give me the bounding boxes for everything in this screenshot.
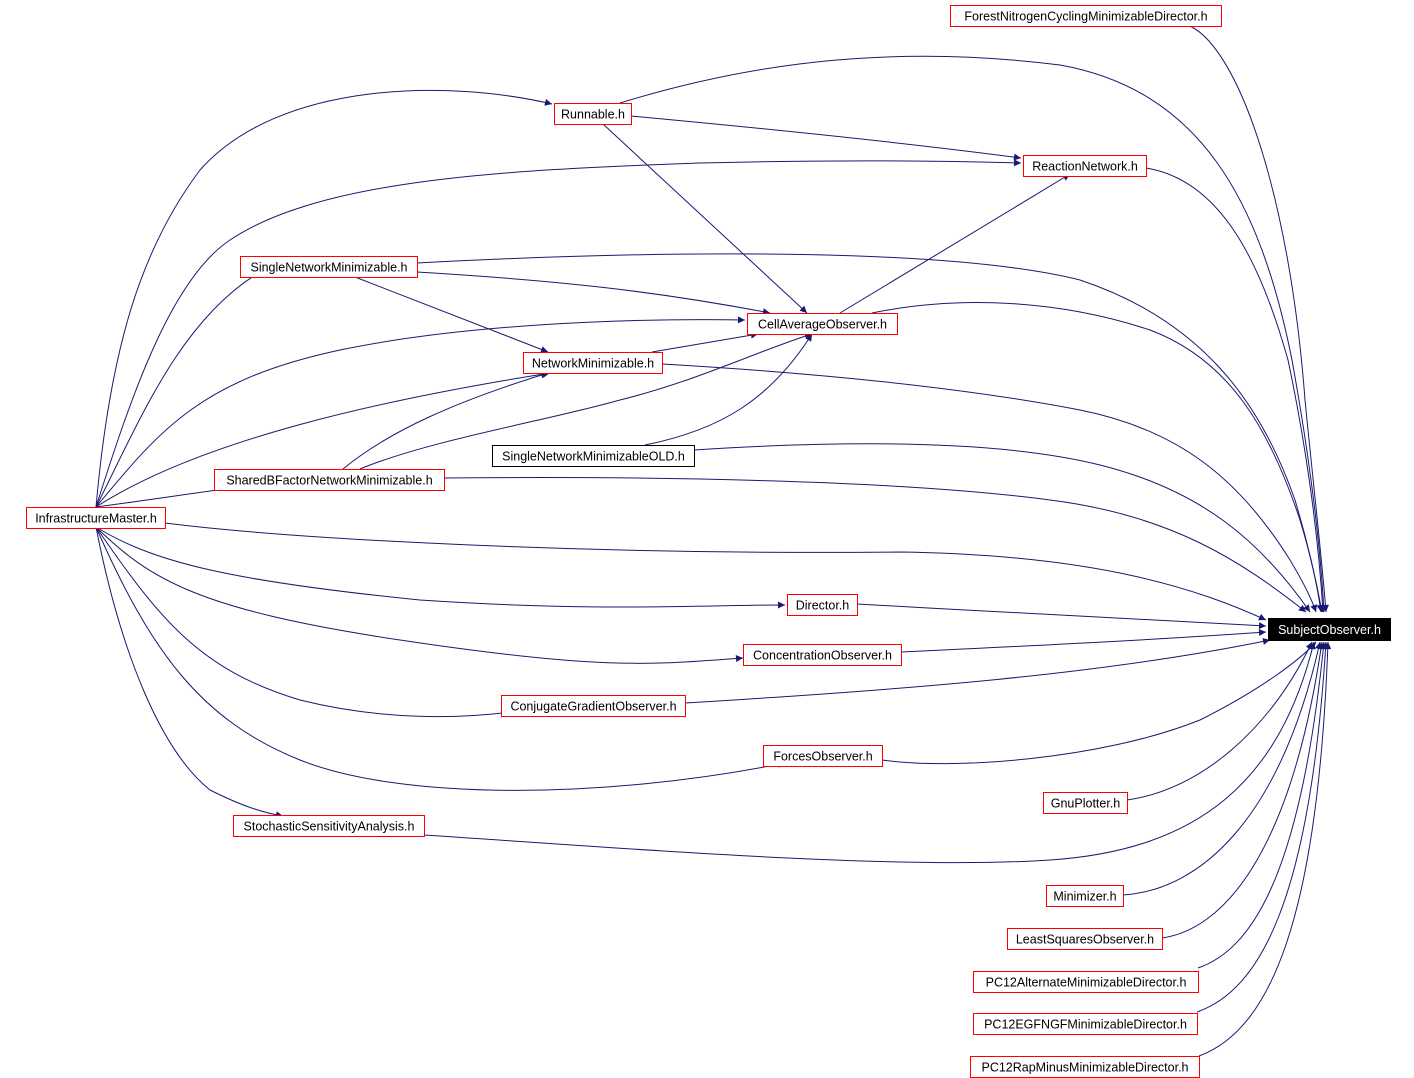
edge-cellavg-to-reaction — [839, 173, 1071, 314]
node-conj[interactable]: ConjugateGradientObserver.h — [501, 695, 686, 717]
node-label: InfrastructureMaster.h — [35, 512, 157, 526]
edge-lsq-to-subject — [1161, 641, 1325, 939]
edge-netmin-to-cellavg — [651, 331, 759, 353]
node-infra[interactable]: InfrastructureMaster.h — [26, 507, 166, 529]
edge-minimizer-to-subject — [1122, 641, 1322, 896]
edge-single-to-netmin — [354, 276, 549, 353]
node-forest[interactable]: ForestNitrogenCyclingMinimizableDirector… — [950, 5, 1222, 27]
node-director[interactable]: Director.h — [787, 594, 858, 616]
edge-runnable-to-subject — [619, 55, 1328, 613]
node-label: SingleNetworkMinimizable.h — [250, 261, 407, 275]
edge-pc12egf-to-subject — [1196, 641, 1330, 1013]
node-cellavg[interactable]: CellAverageObserver.h — [747, 313, 898, 335]
edge-runnable-to-reaction — [630, 115, 1022, 161]
node-reaction[interactable]: ReactionNetwork.h — [1023, 155, 1147, 177]
node-label: ReactionNetwork.h — [1032, 160, 1138, 174]
edge-gnu-to-subject — [1126, 641, 1313, 801]
edge-infra-to-forces — [95, 526, 786, 791]
node-subject: SubjectObserver.h — [1268, 618, 1391, 641]
nodes-layer: SubjectObserver.h ForestNitrogenCyclingMi… — [26, 5, 1391, 1078]
node-single[interactable]: SingleNetworkMinimizable.h — [240, 256, 418, 278]
node-label: ConjugateGradientObserver.h — [510, 700, 676, 714]
edge-director-to-subject — [856, 603, 1267, 630]
edge-infra-to-conc — [95, 526, 744, 664]
node-label: Director.h — [796, 599, 850, 613]
node-runnable[interactable]: Runnable.h — [554, 103, 632, 125]
node-label: GnuPlotter.h — [1051, 797, 1121, 811]
node-label: SharedBFactorNetworkMinimizable.h — [226, 474, 432, 488]
include-dependency-graph: SubjectObserver.h ForestNitrogenCyclingMi… — [26, 5, 1391, 1078]
node-label: NetworkMinimizable.h — [532, 357, 654, 371]
edge-forest-to-subject — [1189, 25, 1329, 613]
edge-shared-to-subject — [443, 477, 1307, 613]
edge-singleold-to-subject — [693, 443, 1311, 613]
node-label: PC12AlternateMinimizableDirector.h — [986, 976, 1187, 990]
node-pc12egf[interactable]: PC12EGFNGFMinimizableDirector.h — [973, 1013, 1198, 1035]
edges-layer — [95, 25, 1332, 1057]
edge-cellavg-to-subject — [871, 302, 1324, 613]
edge-singleold-to-cellavg — [644, 333, 813, 446]
node-label: LeastSquaresObserver.h — [1016, 933, 1154, 947]
node-label: StochasticSensitivityAnalysis.h — [244, 820, 415, 834]
node-pc12rap[interactable]: PC12RapMinusMinimizableDirector.h — [970, 1056, 1200, 1078]
node-conc[interactable]: ConcentrationObserver.h — [743, 644, 902, 666]
edge-netmin-to-subject — [661, 363, 1318, 613]
node-gnu[interactable]: GnuPlotter.h — [1043, 792, 1128, 814]
node-label: ConcentrationObserver.h — [753, 649, 892, 663]
node-pc12alt[interactable]: PC12AlternateMinimizableDirector.h — [973, 971, 1199, 993]
edge-forces-to-subject — [881, 641, 1317, 765]
node-minimizer[interactable]: Minimizer.h — [1046, 885, 1124, 907]
node-netmin[interactable]: NetworkMinimizable.h — [523, 352, 663, 374]
node-label: SubjectObserver.h — [1278, 623, 1381, 637]
edge-single-to-cellavg — [416, 271, 771, 316]
node-stoch[interactable]: StochasticSensitivityAnalysis.h — [233, 815, 425, 837]
node-label: PC12EGFNGFMinimizableDirector.h — [984, 1018, 1187, 1032]
node-label: PC12RapMinusMinimizableDirector.h — [981, 1061, 1188, 1075]
node-singleold: SingleNetworkMinimizableOLD.h — [492, 445, 695, 467]
node-lsq[interactable]: LeastSquaresObserver.h — [1007, 928, 1163, 950]
node-forces[interactable]: ForcesObserver.h — [763, 745, 883, 767]
edge-infra-to-stoch — [95, 526, 284, 819]
node-label: ForcesObserver.h — [773, 750, 872, 764]
edge-conc-to-subject — [900, 628, 1267, 653]
node-label: SingleNetworkMinimizableOLD.h — [502, 450, 685, 464]
node-label: Runnable.h — [561, 108, 625, 122]
edge-infra-to-conj — [95, 526, 526, 718]
edge-single-to-subject — [416, 253, 1325, 613]
node-shared[interactable]: SharedBFactorNetworkMinimizable.h — [214, 469, 445, 491]
node-label: Minimizer.h — [1053, 890, 1116, 904]
edge-pc12alt-to-subject — [1197, 641, 1327, 969]
edge-runnable-to-cellavg — [602, 123, 808, 314]
node-label: ForestNitrogenCyclingMinimizableDirector… — [964, 10, 1207, 24]
node-label: CellAverageObserver.h — [758, 318, 887, 332]
edge-infra-to-runnable — [95, 89, 553, 508]
